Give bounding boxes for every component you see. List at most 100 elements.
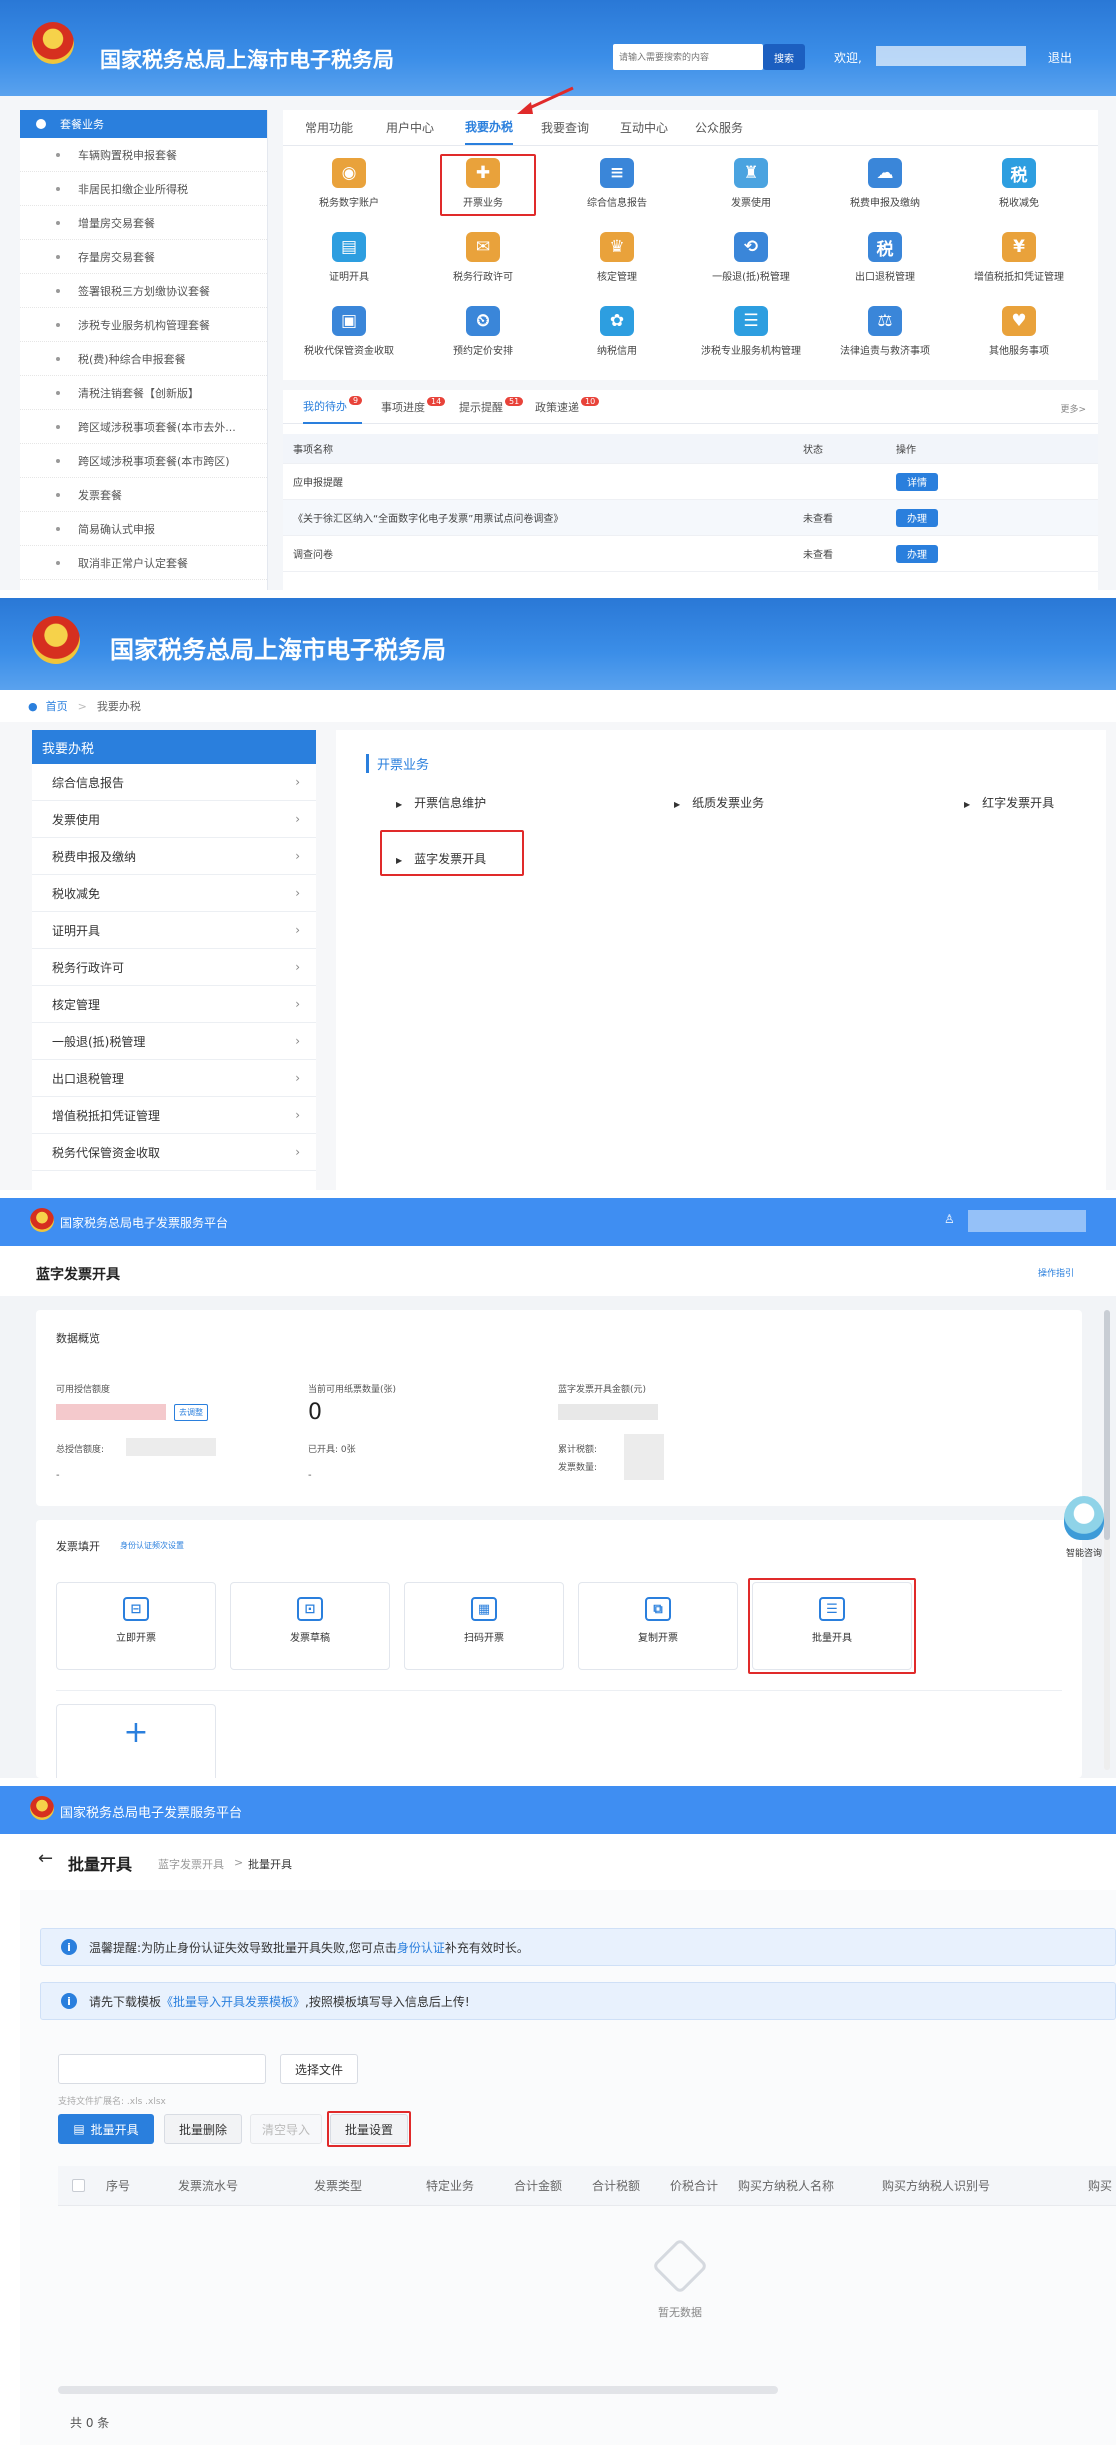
function-invoice-use[interactable]: ♜ 发票使用: [691, 158, 811, 209]
menu-item[interactable]: 综合信息报告 ›: [32, 764, 316, 801]
more-link[interactable]: 更多>: [1060, 402, 1086, 415]
sidebar-item[interactable]: 车辆购置税申报套餐: [20, 138, 267, 172]
sidebar-item[interactable]: 非居民扣缴企业所得税: [20, 172, 267, 206]
back-arrow-icon[interactable]: ←: [38, 1848, 53, 1869]
menu-item-label: 发票使用: [52, 812, 101, 827]
function-fund-custody[interactable]: ▣ 税收代保管资金收取: [289, 306, 409, 357]
menu-item[interactable]: 证明开具 ›: [32, 912, 316, 949]
row-item-name[interactable]: 调查问卷: [293, 546, 333, 561]
batch-issue-button[interactable]: ▤ 批量开具: [58, 2114, 154, 2144]
card-copy[interactable]: ⧉ 复制开票: [578, 1582, 738, 1670]
search-input[interactable]: [613, 44, 763, 70]
card-issue-now[interactable]: ⊟ 立即开票: [56, 1582, 216, 1670]
function-tax-declare[interactable]: ☁ 税费申报及缴纳: [825, 158, 945, 209]
search-button[interactable]: 搜索: [763, 44, 805, 70]
sidebar-item[interactable]: 签署银税三方划缴协议套餐: [20, 274, 267, 308]
function-pricing[interactable]: ⏲ 预约定价安排: [423, 306, 543, 357]
sidebar-item[interactable]: 涉税专业服务机构管理套餐: [20, 308, 267, 342]
tab-common[interactable]: 常用功能: [305, 110, 353, 145]
screen-blue-invoice: 国家税务总局电子发票服务平台 ♙ 蓝字发票开具 操作指引 数据概览 可用授信额度…: [0, 1198, 1116, 1778]
sidebar-item[interactable]: 存量房交易套餐: [20, 240, 267, 274]
col-buyer-id: 购买方纳税人识别号: [882, 2179, 991, 2193]
sidebar-item[interactable]: 发票套餐: [20, 478, 267, 512]
tab-interaction[interactable]: 互动中心: [620, 110, 668, 145]
menu-item[interactable]: 发票使用 ›: [32, 801, 316, 838]
menu-item[interactable]: 税务行政许可 ›: [32, 949, 316, 986]
batch-delete-button[interactable]: 批量删除: [164, 2114, 242, 2144]
sidebar-item[interactable]: 税(费)种综合申报套餐: [20, 342, 267, 376]
scrollbar-thumb[interactable]: [1104, 1310, 1110, 1540]
sidebar-item[interactable]: 取消非正常户认定套餐: [20, 546, 267, 580]
tab-user-center[interactable]: 用户中心: [386, 110, 434, 145]
document-icon: ▤: [73, 2122, 85, 2136]
sidebar-item[interactable]: 清税注销套餐【创新版】: [20, 376, 267, 410]
clear-import-button[interactable]: 清空导入: [250, 2114, 322, 2144]
todo-tab[interactable]: 政策速递 10: [535, 390, 600, 424]
link-red-invoice[interactable]: ▶ 红字发票开具: [964, 794, 1054, 811]
select-all-checkbox[interactable]: [72, 2179, 85, 2192]
function-tax-account[interactable]: ◉ 税务数字账户: [289, 158, 409, 209]
tab-tax-handling[interactable]: 我要办税: [465, 110, 514, 145]
todo-tab-label: 提示提醒: [459, 401, 503, 414]
function-vat-deduction[interactable]: ¥ 增值税抵扣凭证管理: [959, 232, 1079, 283]
link-paper-invoice[interactable]: ▶ 纸质发票业务: [674, 794, 764, 811]
template-download-link[interactable]: 《批量导入开具发票模板》: [161, 1993, 305, 2010]
row-item-name[interactable]: 《关于徐汇区纳入“全面数字化电子发票”用票试点问卷调查》: [293, 510, 563, 525]
fund-custody-icon: ▣: [332, 306, 366, 336]
card-add[interactable]: +: [56, 1704, 216, 1778]
package-sidebar: 套餐业务 车辆购置税申报套餐 非居民扣缴企业所得税 增量房交易套餐 存量房交易套餐 签署…: [20, 110, 268, 590]
link-invoice-info[interactable]: ▶ 开票信息维护: [396, 794, 486, 811]
todo-count-badge: 10: [581, 396, 600, 406]
arrow-icon: ▶: [964, 800, 971, 809]
function-tax-relief[interactable]: 税税收减免: [959, 158, 1079, 209]
function-assessment[interactable]: ♛ 核定管理: [557, 232, 677, 283]
row-action-button[interactable]: 办理: [896, 508, 938, 527]
todo-tab[interactable]: 提示提醒 51: [459, 390, 524, 424]
menu-item[interactable]: 税务代保管资金收取 ›: [32, 1134, 316, 1171]
menu-item[interactable]: 一般退(抵)税管理 ›: [32, 1023, 316, 1060]
function-credit[interactable]: ✿ 纳税信用: [557, 306, 677, 357]
breadcrumb-parent[interactable]: 蓝字发票开具: [158, 1856, 224, 1872]
sidebar-item[interactable]: 跨区域涉税事项套餐(本市去外...: [20, 410, 267, 444]
menu-item[interactable]: 核定管理 ›: [32, 986, 316, 1023]
sidebar-item[interactable]: 简易确认式申报: [20, 512, 267, 546]
choose-file-button[interactable]: 选择文件: [280, 2054, 358, 2084]
function-export-refund[interactable]: 税出口退税管理: [825, 232, 945, 283]
guide-link[interactable]: 操作指引: [1038, 1266, 1074, 1279]
user-icon[interactable]: ♙: [944, 1212, 955, 1226]
function-refund[interactable]: ⟲ 一般退(抵)税管理: [691, 232, 811, 283]
sidebar-item[interactable]: 跨区域涉税事项套餐(本市跨区): [20, 444, 267, 478]
menu-item[interactable]: 增值税抵扣凭证管理 ›: [32, 1097, 316, 1134]
todo-tab[interactable]: 事项进度 14: [381, 390, 446, 424]
tax-account-icon: ◉: [332, 158, 366, 188]
welcome-text: 欢迎,: [834, 51, 862, 65]
function-legal[interactable]: ⚖ 法律追责与救济事项: [825, 306, 945, 357]
function-other-service[interactable]: ♥ 其他服务事项: [959, 306, 1079, 357]
row-item-name[interactable]: 应申报提醒: [293, 474, 343, 489]
breadcrumb-home[interactable]: 首页: [46, 698, 68, 714]
row-action-button[interactable]: 办理: [896, 544, 938, 563]
sidebar-item[interactable]: 增量房交易套餐: [20, 206, 267, 240]
auth-frequency-link[interactable]: 身份认证频次设置: [120, 1540, 184, 1551]
horizontal-scrollbar[interactable]: [58, 2386, 778, 2394]
function-info-report[interactable]: ≡ 综合信息报告: [557, 158, 677, 209]
credit-adjust-button[interactable]: 去调整: [174, 1404, 208, 1421]
logout-link[interactable]: 退出: [1048, 49, 1072, 66]
menu-item[interactable]: 税收减免 ›: [32, 875, 316, 912]
function-agency[interactable]: ☰ 涉税专业服务机构管理: [691, 306, 811, 357]
tab-public-service[interactable]: 公众服务: [695, 110, 743, 145]
identity-auth-link[interactable]: 身份认证: [397, 1939, 445, 1956]
menu-item[interactable]: 税费申报及缴纳 ›: [32, 838, 316, 875]
row-action-button[interactable]: 详情: [896, 472, 938, 491]
bullet-icon: [56, 390, 60, 395]
bullet-icon: [56, 356, 60, 361]
function-certificate[interactable]: ▤ 证明开具: [289, 232, 409, 283]
scrollbar[interactable]: [1104, 1310, 1110, 1770]
card-draft[interactable]: ⊡ 发票草稿: [230, 1582, 390, 1670]
sidebar-header[interactable]: 套餐业务: [20, 110, 267, 138]
card-scan[interactable]: ▦ 扫码开票: [404, 1582, 564, 1670]
file-path-input[interactable]: [58, 2054, 266, 2084]
menu-item[interactable]: 出口退税管理 ›: [32, 1060, 316, 1097]
function-admin-permit[interactable]: ✉ 税务行政许可: [423, 232, 543, 283]
todo-tab[interactable]: 我的待办 9: [303, 390, 363, 424]
